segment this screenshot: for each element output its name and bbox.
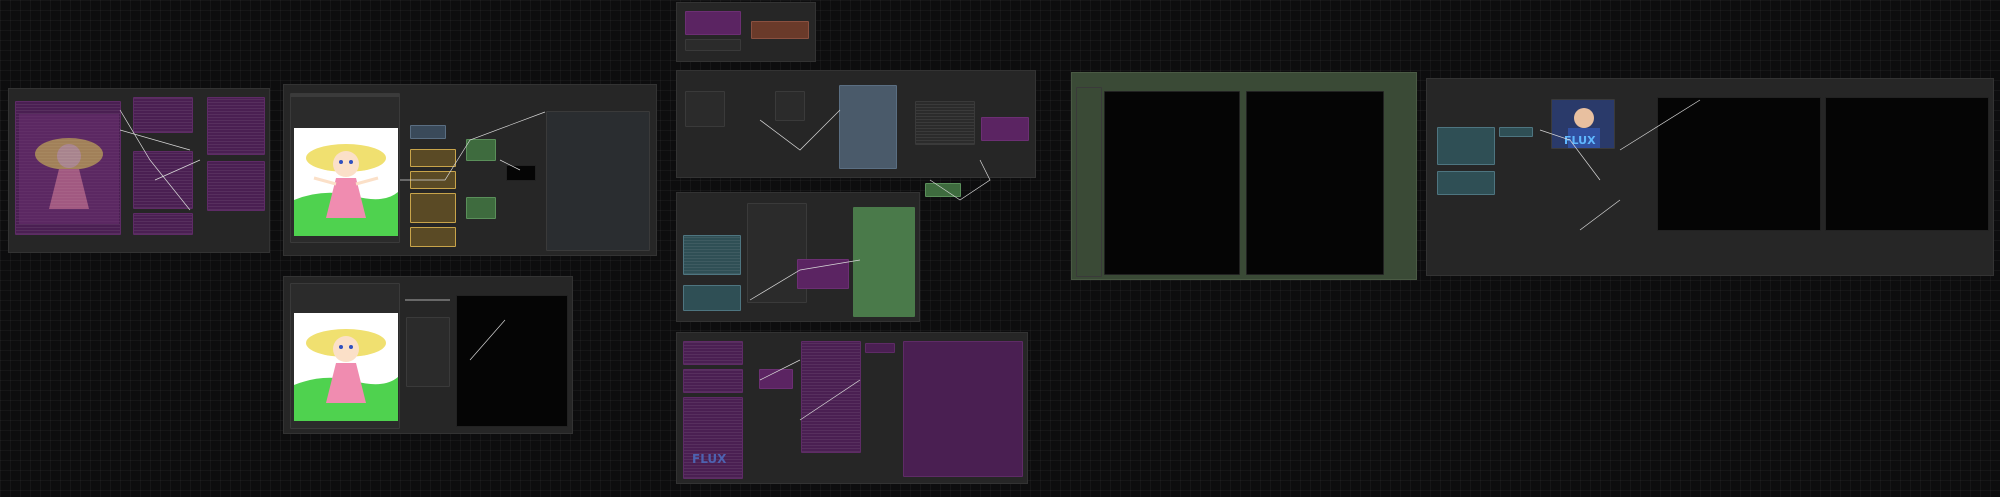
node-input-a[interactable] — [683, 341, 743, 365]
node-prompt[interactable] — [410, 125, 446, 139]
node-loader-a[interactable] — [685, 91, 725, 127]
node-preview-small[interactable] — [981, 117, 1029, 141]
group-image-preview[interactable] — [8, 88, 270, 253]
node-ksampler[interactable] — [853, 207, 915, 317]
node-controlnet-b[interactable] — [410, 171, 456, 189]
node-side-list[interactable] — [1076, 87, 1102, 277]
group-top-small[interactable] — [676, 2, 816, 62]
node-preview-panel[interactable] — [546, 111, 650, 251]
node-mask-c[interactable] — [133, 213, 193, 235]
node-controlnet-c[interactable] — [410, 193, 456, 223]
group-flux-compare[interactable]: FLUX — [1426, 78, 1994, 276]
node-sampler-b[interactable] — [466, 197, 496, 219]
node-result-right[interactable] — [1825, 97, 1989, 231]
node-flux-thumb[interactable]: FLUX — [1551, 99, 1615, 149]
node-output-preview[interactable] — [456, 295, 568, 427]
node-decode[interactable] — [506, 165, 536, 181]
node-controlnet-d[interactable] — [410, 227, 456, 247]
node-input-b[interactable] — [683, 369, 743, 393]
cartoon-girl-image — [19, 114, 119, 224]
group-sketch-to-image[interactable] — [283, 84, 657, 256]
node-clip-text[interactable] — [839, 85, 897, 169]
group-flux-output[interactable]: FLUX — [676, 332, 1028, 484]
node-image-canvas[interactable] — [290, 93, 400, 243]
group-compare[interactable] — [1071, 72, 1417, 280]
node-clip-c[interactable] — [1499, 127, 1533, 137]
node-clip-b[interactable] — [1437, 171, 1495, 195]
node-compare-left[interactable] — [1104, 91, 1240, 275]
node-mask-b[interactable] — [133, 151, 193, 209]
node-prompt-a[interactable] — [683, 235, 741, 275]
node-latent[interactable] — [797, 259, 849, 289]
node-flux-image[interactable]: FLUX — [683, 397, 743, 479]
node-load-image[interactable] — [15, 101, 121, 235]
node-settings[interactable] — [406, 317, 450, 387]
node-mini-out[interactable] — [925, 183, 961, 197]
node-mask-a[interactable] — [133, 97, 193, 133]
node-caption[interactable] — [915, 101, 975, 145]
group-image-edit[interactable] — [283, 276, 573, 434]
node-mini[interactable] — [865, 343, 895, 353]
node-loader-b[interactable] — [775, 91, 805, 121]
group-text-encode[interactable] — [676, 70, 1036, 178]
cartoon-girl-image — [294, 128, 398, 236]
node-text-list[interactable] — [801, 341, 861, 453]
flux-watermark: FLUX — [1564, 134, 1596, 147]
group-sampler[interactable] — [676, 183, 961, 322]
node-small-loader[interactable] — [751, 21, 809, 39]
node-output-a[interactable] — [207, 97, 265, 155]
node-graph-canvas[interactable]: FLUX FLUX — [0, 0, 2000, 497]
node-result-left[interactable] — [1657, 97, 1821, 231]
node-output-large[interactable] — [903, 341, 1023, 477]
node-compare-right[interactable] — [1246, 91, 1384, 275]
node-image-canvas-2[interactable] — [290, 283, 400, 429]
flux-watermark: FLUX — [692, 452, 727, 466]
node-clip-a[interactable] — [1437, 127, 1495, 165]
cartoon-girl-image — [294, 313, 398, 421]
node-small-a[interactable] — [685, 39, 741, 51]
node-controlnet-a[interactable] — [410, 149, 456, 167]
node-combine[interactable] — [759, 369, 793, 389]
node-sampler-a[interactable] — [466, 139, 496, 161]
node-output-b[interactable] — [207, 161, 265, 211]
node-small-image[interactable] — [685, 11, 741, 35]
node-prompt-b[interactable] — [683, 285, 741, 311]
